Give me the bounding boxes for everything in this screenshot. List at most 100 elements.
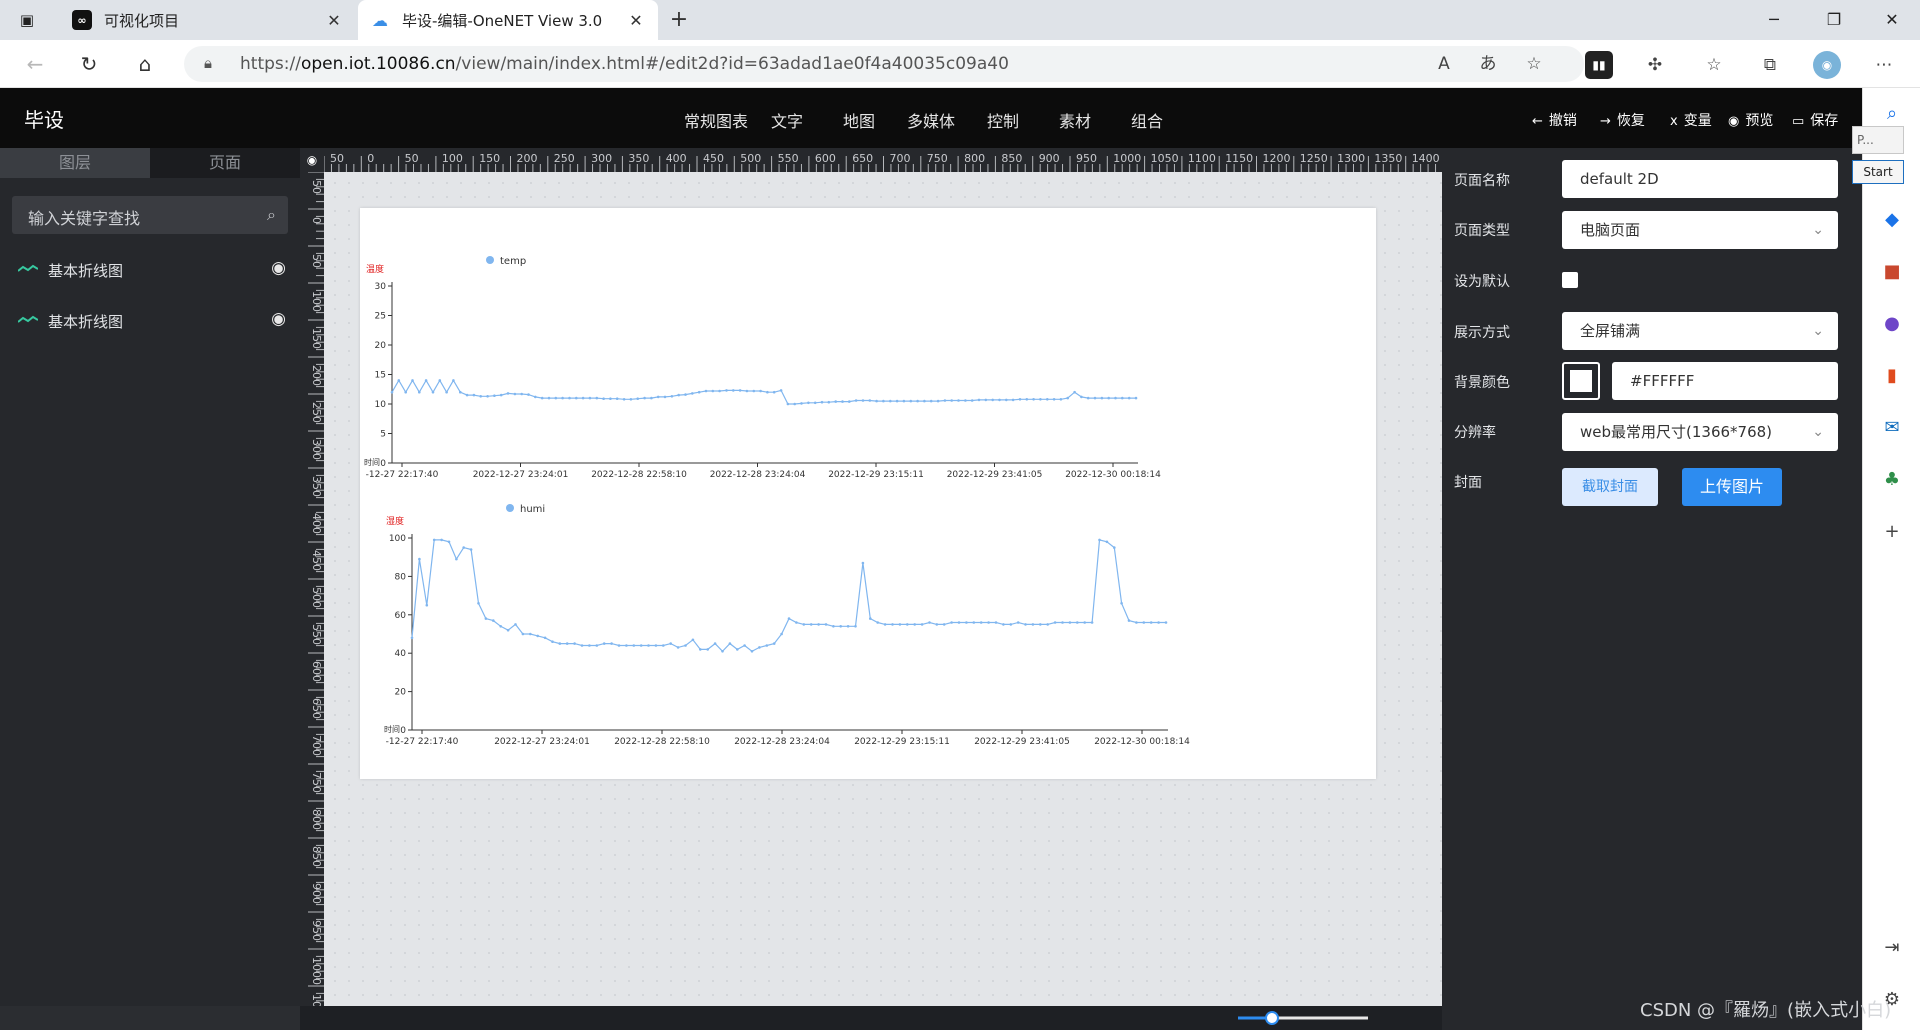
visibility-eye-icon[interactable]: ◉ [271, 309, 286, 329]
favorites-icon[interactable]: ☆ [1700, 51, 1728, 79]
menu-text[interactable]: 文字 [771, 108, 803, 132]
search-icon[interactable]: ⌕ [1880, 102, 1904, 126]
watermark-text: CSDN @『羅炀』(嵌入式小白) [1640, 1000, 1892, 1021]
menu-control[interactable]: 控制 [987, 108, 1019, 132]
redo-icon: → [1600, 114, 1611, 129]
collections-icon[interactable]: ⧉ [1756, 51, 1784, 79]
start-button[interactable]: Start [1852, 160, 1904, 184]
outlook-icon[interactable]: ✉ [1880, 416, 1904, 440]
page-name-input[interactable]: default 2D [1562, 160, 1838, 198]
data-point [736, 648, 739, 651]
data-point [472, 393, 476, 397]
x-tick-label: 2022-12-28 23:24:04 [734, 737, 830, 747]
visibility-eye-icon[interactable]: ◉ [271, 258, 286, 278]
office-icon[interactable]: ▮ [1880, 364, 1904, 388]
data-point [676, 646, 680, 649]
temp-line-chart[interactable]: temp温度051015202530时间-12-27 22:17:40 2022-… [360, 208, 1376, 478]
chevron-down-icon: ⌄ [1812, 222, 1824, 238]
ruler-label: 1100 [1188, 152, 1216, 165]
zoom-slider[interactable] [300, 1006, 1442, 1030]
add-favorite-icon[interactable]: ☆ [1520, 50, 1548, 78]
ruler-eye-icon[interactable]: ◉ [300, 148, 324, 172]
sidebar-toggle-icon[interactable]: ⇥ [1880, 936, 1904, 960]
minimize-button[interactable]: ─ [1760, 6, 1788, 34]
bg-color-input[interactable]: #FFFFFF [1612, 362, 1838, 400]
layer-search-input[interactable]: 输入关键字查找 ⌕ [12, 196, 288, 234]
data-point [521, 632, 525, 636]
data-point [484, 617, 488, 620]
search-icon[interactable]: ⌕ [267, 205, 276, 225]
data-point [609, 397, 612, 400]
menu-map[interactable]: 地图 [843, 108, 875, 132]
menu-multimedia[interactable]: 多媒体 [907, 108, 955, 132]
data-point [1059, 398, 1063, 401]
redo-button[interactable]: → 恢复 [1600, 110, 1645, 130]
tab-pages[interactable]: 页面 [150, 148, 300, 178]
app-header: 毕设 常规图表 文字 地图 多媒体 控制 素材 组合 ← 撤销 → 恢复 x 变量 ◉… [0, 88, 1862, 148]
add-icon[interactable]: + [1880, 520, 1904, 544]
home-button[interactable]: ⌂ [132, 51, 158, 77]
undo-button[interactable]: ← 撤销 [1532, 110, 1577, 130]
close-window-button[interactable]: ✕ [1878, 6, 1906, 34]
back-button[interactable]: ← [22, 51, 48, 77]
tree-icon[interactable]: ♣ [1880, 468, 1904, 492]
variable-button[interactable]: x 变量 [1670, 110, 1712, 130]
page-properties-panel: 页面名称 default 2D 页面类型 电脑页面 ⌄ 设为默认 展示方式 全屏… [1442, 148, 1862, 1030]
layer-item[interactable]: 基本折线图 ◉ [0, 250, 300, 290]
zoom-slider-handle[interactable] [1265, 1011, 1279, 1025]
layer-item[interactable]: 基本折线图 ◉ [0, 301, 300, 341]
extension-icon[interactable]: ▮▮ [1585, 51, 1613, 79]
data-point [465, 393, 469, 397]
line-chart-icon [18, 264, 38, 272]
editor-canvas[interactable]: ◉ 50 0 50 100 150 200 250 300 350 400 450 500 550 600… [300, 148, 1442, 1006]
browser-tab-project[interactable]: ∞ 可视化项目 ✕ [60, 0, 356, 40]
ruler-label: 250 [310, 402, 323, 423]
design-page[interactable]: temp 温度 0 5 10 15 20 25 30 时间 -12-27 22:17:40 2022-… [360, 208, 1376, 779]
ruler-label: 800 [964, 152, 985, 165]
display-mode-select[interactable]: 全屏铺满 ⌄ [1562, 312, 1838, 350]
chevron-down-icon: ⌄ [1812, 424, 1824, 440]
data-point [1157, 621, 1160, 624]
search-placeholder: 输入关键字查找 [28, 209, 141, 228]
data-point [750, 650, 754, 653]
tab-layers[interactable]: 图层 [0, 148, 150, 178]
shopping-tag-icon[interactable]: ◆ [1880, 208, 1904, 232]
ruler-label: 250 [554, 152, 575, 165]
resolution-select[interactable]: web最常用尺寸(1366*768) ⌄ [1562, 413, 1838, 451]
humi-line-chart[interactable]: humi 湿度 0 20 40 60 80 100 时间 -12-27 22:17:40 2022-… [360, 470, 1376, 750]
page-type-select[interactable]: 电脑页面 ⌄ [1562, 211, 1838, 249]
ruler-label: 600 [310, 661, 323, 682]
translate-icon[interactable]: あ [1474, 50, 1502, 78]
ruler-label: 800 [310, 809, 323, 830]
menu-assets[interactable]: 素材 [1059, 108, 1091, 132]
close-icon[interactable]: ✕ [626, 11, 646, 30]
restore-button[interactable]: ❐ [1820, 6, 1848, 34]
data-point [445, 390, 448, 394]
extensions-puzzle-icon[interactable]: ✣ [1641, 51, 1669, 79]
menu-group[interactable]: 组合 [1131, 108, 1163, 132]
data-point [725, 389, 728, 392]
more-menu-icon[interactable]: ⋯ [1870, 51, 1898, 79]
profile-avatar[interactable]: ◉ [1813, 51, 1841, 79]
url-input[interactable]: 🔒︎ https://open.iot.10086.cn/view/main/i… [184, 46, 1584, 82]
games-icon[interactable]: ● [1880, 312, 1904, 336]
data-point [1025, 398, 1029, 401]
browser-tab-editor[interactable]: ☁ 毕设-编辑-OneNET View 3.0 ✕ [358, 0, 658, 40]
new-tab-button[interactable]: + [666, 8, 692, 34]
refresh-button[interactable]: ↻ [76, 51, 102, 77]
save-button[interactable]: ▭ 保存 [1792, 110, 1838, 130]
popup-label: P... [1852, 126, 1904, 154]
tab-actions-icon[interactable]: ▣ [16, 9, 38, 31]
read-aloud-icon[interactable]: A [1430, 50, 1458, 78]
tools-icon[interactable]: ■ [1880, 260, 1904, 284]
upload-image-button[interactable]: 上传图片 [1682, 468, 1782, 506]
close-icon[interactable]: ✕ [324, 11, 344, 30]
menu-regular-charts[interactable]: 常规图表 [684, 108, 748, 132]
data-point [728, 642, 732, 645]
data-point [514, 623, 517, 626]
set-default-checkbox[interactable] [1562, 272, 1578, 288]
capture-cover-button[interactable]: 截取封面 [1562, 468, 1658, 506]
bg-color-swatch[interactable] [1562, 362, 1600, 400]
preview-button[interactable]: ◉ 预览 [1728, 110, 1773, 130]
ruler-label: 550 [310, 624, 323, 645]
